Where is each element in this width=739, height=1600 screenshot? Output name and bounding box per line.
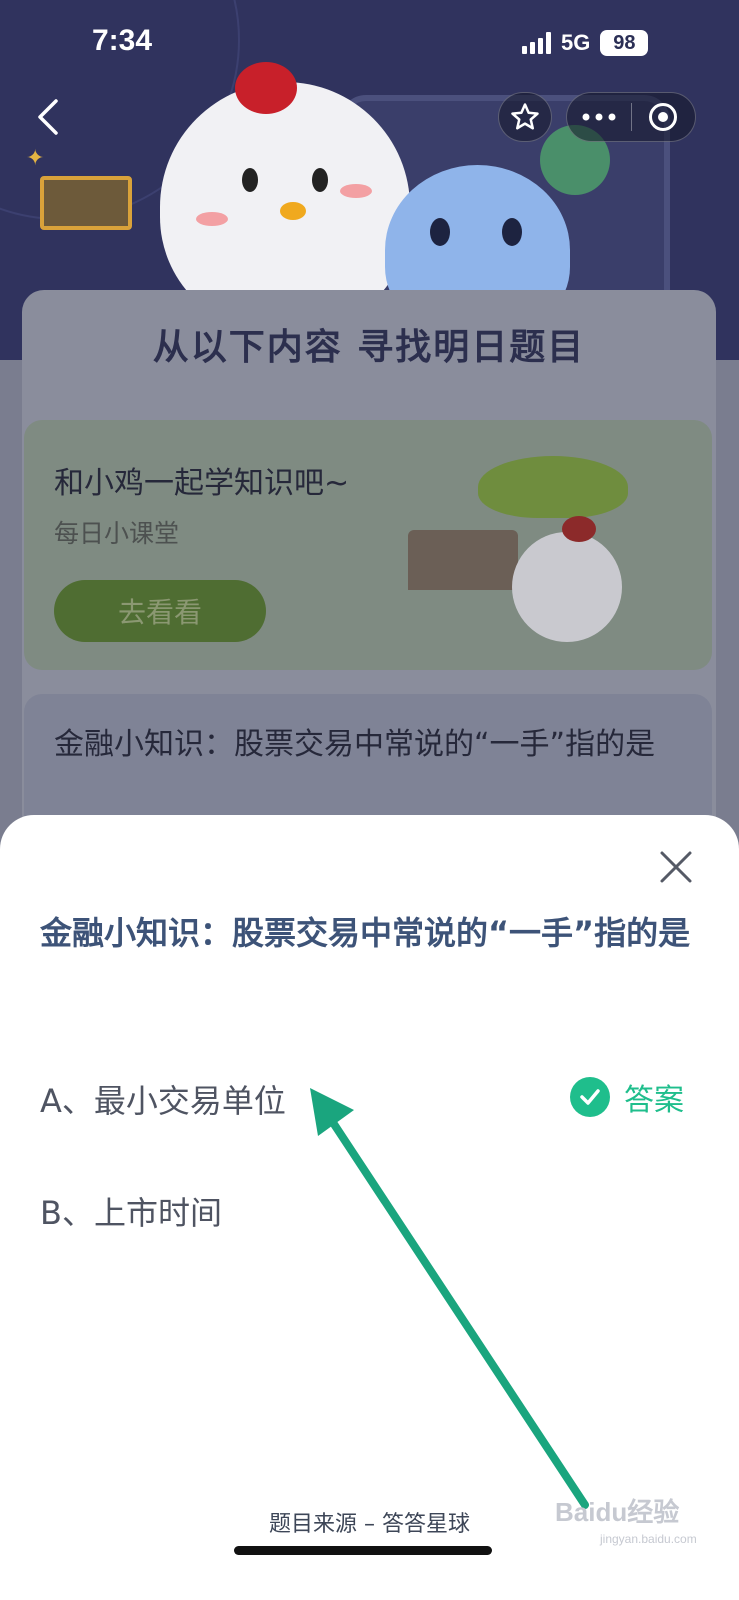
hen-eye-left: [242, 168, 258, 192]
close-icon: [660, 851, 692, 883]
status-indicators: 5G 98: [522, 28, 649, 58]
answer-label: 答案: [624, 1083, 684, 1118]
back-button[interactable]: [28, 92, 68, 142]
chick-comb: [562, 516, 596, 542]
check-circle-icon: [570, 1077, 610, 1117]
pavilion-illustration: [408, 530, 518, 590]
more-dots-icon: [582, 113, 616, 121]
page: ✦ 7:34 5G 98 从以下内容 寻找明日题目 和小鸡一起学知识吧~ 每日小…: [0, 0, 739, 1600]
hen-beak: [280, 202, 306, 220]
hen-cheek-right: [340, 184, 372, 198]
miniapp-capsule: [566, 92, 696, 142]
section-title: 从以下内容 寻找明日题目: [152, 327, 586, 368]
chick-illustration: [512, 532, 622, 642]
network-type: 5G: [561, 30, 591, 55]
alien-eye-right: [502, 218, 522, 246]
lesson-subtitle: 每日小课堂: [54, 519, 180, 548]
favorite-button[interactable]: [498, 92, 552, 142]
option-a[interactable]: A、最小交易单位: [40, 1076, 286, 1122]
hen-eye-right: [312, 168, 328, 192]
home-indicator[interactable]: [234, 1546, 492, 1555]
signal-icon: [522, 32, 551, 54]
baidu-watermark: Baidu经验: [555, 1497, 680, 1527]
target-icon: [649, 103, 678, 131]
status-time: 7:34: [92, 24, 153, 57]
quiz-preview-text: 金融小知识：股票交易中常说的“一手”指的是: [54, 727, 656, 762]
question-text: 金融小知识：股票交易中常说的“一手”指的是: [40, 914, 691, 952]
hen-comb: [235, 62, 297, 114]
chevron-left-icon: [38, 99, 58, 135]
option-b[interactable]: B、上市时间: [40, 1188, 222, 1234]
close-miniapp-button[interactable]: [632, 92, 696, 142]
alien-eye-left: [430, 218, 450, 246]
leaf-umbrella-illustration: [478, 456, 628, 518]
more-button[interactable]: [567, 92, 631, 142]
go-see-button[interactable]: 去看看: [54, 580, 266, 642]
battery-icon: 98: [600, 30, 649, 56]
watermark-domain: jingyan.baidu.com: [600, 1532, 697, 1546]
close-button[interactable]: [654, 845, 698, 889]
battery-level: 98: [613, 31, 636, 54]
lesson-title: 和小鸡一起学知识吧~: [54, 466, 350, 501]
star-icon: [511, 103, 539, 130]
medal-board-illustration: [40, 176, 132, 230]
sparkle-icon: ✦: [26, 146, 45, 171]
answer-badge: 答案: [570, 1075, 684, 1119]
hen-cheek-left: [196, 212, 228, 226]
